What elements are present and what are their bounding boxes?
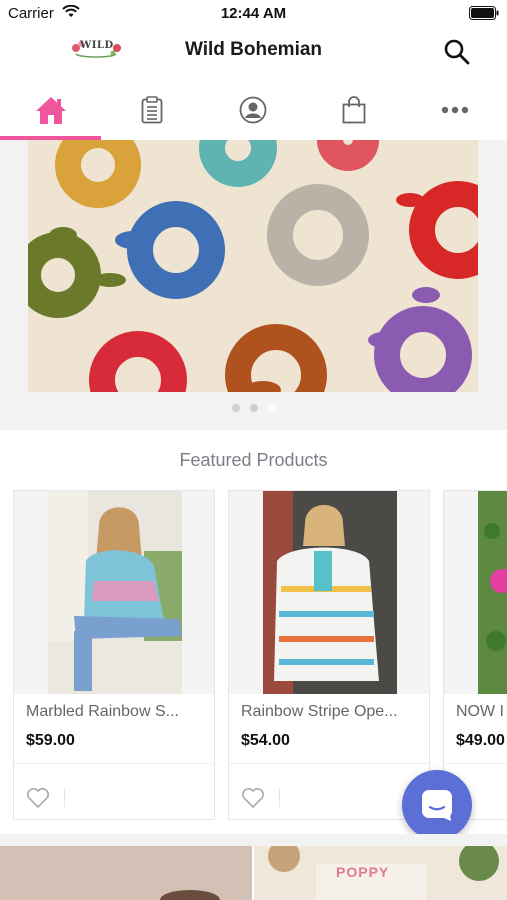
- product-price: $49.00: [456, 732, 505, 749]
- status-bar: Carrier 12:44 AM: [0, 0, 507, 28]
- chat-button[interactable]: [402, 770, 472, 840]
- search-icon[interactable]: [443, 38, 471, 66]
- product-price: $54.00: [241, 732, 290, 749]
- tab-account[interactable]: [202, 82, 303, 138]
- more-dots-icon: [441, 106, 468, 114]
- scrunchies-image: [28, 140, 478, 392]
- product-card[interactable]: Marbled Rainbow S... $59.00: [13, 490, 215, 820]
- pagination-dot-active[interactable]: [267, 404, 276, 412]
- banner-pagination[interactable]: [0, 404, 507, 412]
- tab-more[interactable]: [404, 82, 505, 138]
- home-icon: [35, 97, 66, 124]
- card-divider: [14, 763, 214, 764]
- card-separator: [64, 789, 65, 807]
- pagination-dot[interactable]: [231, 404, 240, 412]
- featured-products-title: Featured Products: [179, 450, 328, 470]
- product-name: Marbled Rainbow S...: [26, 703, 179, 720]
- collection-label: POPPY: [336, 864, 390, 880]
- product-image[interactable]: [14, 491, 214, 694]
- card-divider: [229, 763, 429, 764]
- card-separator: [279, 789, 280, 807]
- product-card[interactable]: NOW I $49.00: [443, 490, 507, 820]
- heart-icon[interactable]: [26, 787, 50, 809]
- status-time: 12:44 AM: [220, 5, 287, 22]
- card-divider: [444, 763, 507, 764]
- user-circle-icon: [239, 96, 266, 124]
- app-header: WILD Wild Bohemian: [0, 28, 507, 74]
- tab-cart[interactable]: [303, 82, 404, 138]
- product-image[interactable]: [444, 491, 507, 694]
- chat-icon: [422, 790, 452, 821]
- tab-home[interactable]: [0, 82, 101, 138]
- section-separator: [0, 834, 507, 846]
- tab-orders[interactable]: [101, 82, 202, 138]
- page-title: Wild Bohemian: [184, 39, 323, 60]
- shopping-bag-icon: [342, 96, 365, 124]
- collection-image[interactable]: [0, 846, 252, 900]
- product-price: $59.00: [26, 732, 75, 749]
- heart-icon[interactable]: [241, 787, 265, 809]
- battery-icon: [469, 6, 499, 20]
- tab-bar: [0, 82, 507, 140]
- product-image[interactable]: [229, 491, 429, 694]
- product-name: NOW I: [456, 703, 504, 720]
- clipboard-icon: [141, 96, 162, 124]
- hero-banner[interactable]: [28, 140, 478, 392]
- product-card[interactable]: Rainbow Stripe Ope... $54.00: [228, 490, 430, 820]
- product-name: Rainbow Stripe Ope...: [241, 703, 398, 720]
- pagination-dot[interactable]: [249, 404, 258, 412]
